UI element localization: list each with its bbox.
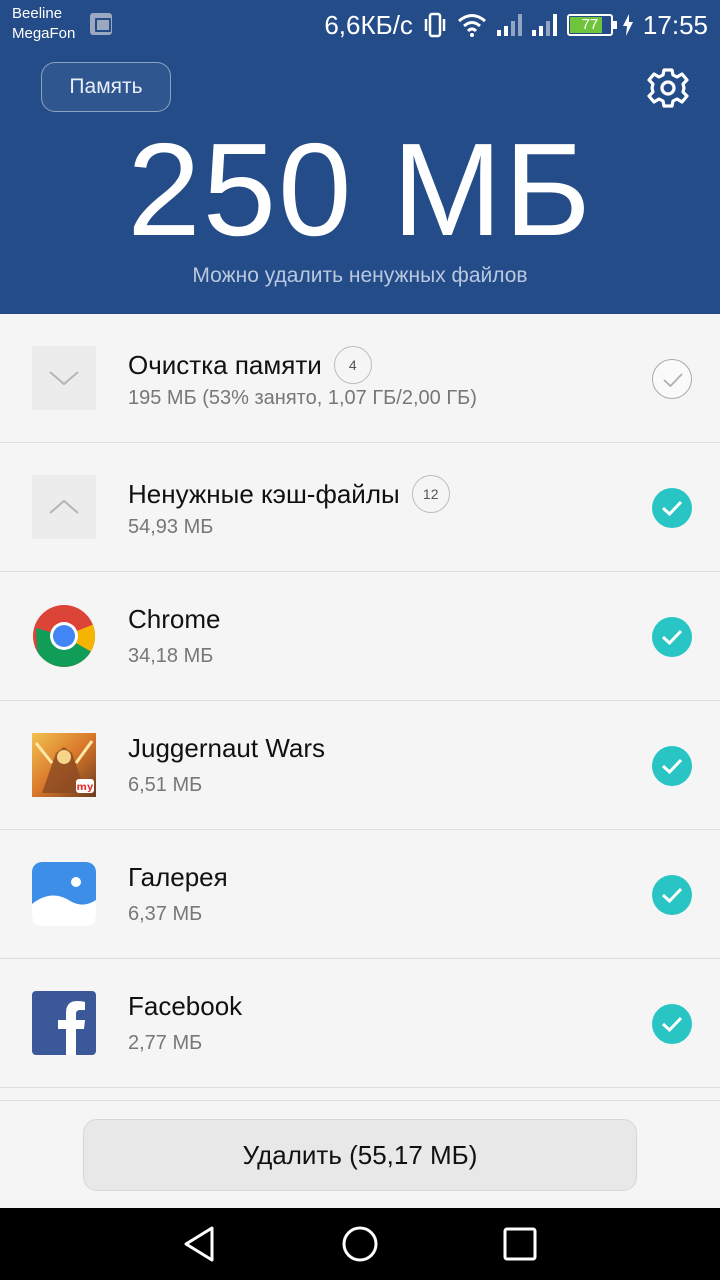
- recent-apps-icon[interactable]: [500, 1224, 540, 1264]
- vibrate-icon: [424, 12, 446, 38]
- item-size: 6,37 МБ: [128, 903, 203, 925]
- battery-icon: 77: [566, 14, 617, 36]
- navigation-bar: [0, 1208, 720, 1280]
- list-item-gallery[interactable]: Галерея 6,37 МБ: [0, 830, 720, 959]
- status-indicators: 6,6КБ/с 77 17:55: [324, 8, 708, 42]
- chevron-up-icon[interactable]: [32, 475, 96, 539]
- checkbox-unchecked[interactable]: [652, 359, 692, 399]
- signal-icon-1: [496, 14, 522, 36]
- list-item-chrome[interactable]: Chrome 34,18 МБ: [0, 572, 720, 701]
- item-title: Ненужные кэш-файлы: [128, 478, 400, 509]
- checkbox-checked[interactable]: [652, 617, 692, 657]
- bottom-action-bar: Удалить (55,17 МБ): [0, 1100, 720, 1208]
- settings-gear-icon[interactable]: [644, 64, 692, 112]
- item-size: 54,93 МБ: [128, 516, 214, 538]
- chrome-icon: [33, 605, 96, 667]
- item-count-badge: 4: [333, 346, 372, 384]
- carrier-2: MegaFon: [12, 25, 76, 42]
- cleanup-list: Очистка памяти 4 195 МБ (53% занято, 1,0…: [0, 314, 720, 1088]
- item-size: 2,77 МБ: [128, 1032, 203, 1054]
- image-notification-icon: [90, 13, 112, 35]
- item-title: Chrome: [128, 604, 221, 634]
- list-item-junk-cache[interactable]: Ненужные кэш-файлы 12 54,93 МБ: [0, 443, 720, 572]
- memory-button[interactable]: Память: [41, 62, 171, 112]
- home-icon[interactable]: [340, 1224, 380, 1264]
- clock: 17:55: [642, 9, 708, 40]
- item-size: 34,18 МБ: [128, 645, 214, 667]
- item-title: Галерея: [128, 862, 228, 892]
- list-item-facebook[interactable]: Facebook 2,77 МБ: [0, 959, 720, 1088]
- item-size: 6,51 МБ: [128, 774, 203, 796]
- checkbox-checked[interactable]: [652, 488, 692, 528]
- checkbox-checked[interactable]: [652, 746, 692, 786]
- juggernaut-wars-icon: my: [32, 733, 96, 797]
- item-size: 195 МБ (53% занято, 1,07 ГБ/2,00 ГБ): [128, 387, 477, 409]
- back-icon[interactable]: [180, 1224, 220, 1264]
- gallery-icon: [32, 862, 96, 926]
- svg-text:my: my: [77, 782, 94, 793]
- cleanable-size: 250 МБ: [127, 116, 593, 263]
- status-bar: Beeline MegaFon 6,6КБ/с 77 17:55: [0, 0, 720, 50]
- list-item-memory-cleanup[interactable]: Очистка памяти 4 195 МБ (53% занято, 1,0…: [0, 314, 720, 443]
- charging-icon: [622, 14, 633, 36]
- checkbox-checked[interactable]: [652, 875, 692, 915]
- signal-icon-2: [531, 14, 557, 36]
- chevron-down-icon[interactable]: [32, 346, 96, 410]
- wifi-icon: [457, 14, 486, 37]
- facebook-icon: [32, 991, 96, 1055]
- item-title: Facebook: [128, 991, 243, 1021]
- storage-summary-header: Память 250 МБ Можно удалить ненужных фай…: [0, 50, 720, 314]
- delete-button[interactable]: Удалить (55,17 МБ): [83, 1119, 637, 1191]
- item-title: Очистка памяти: [128, 349, 322, 380]
- carrier-1: Beeline: [12, 5, 63, 22]
- carrier-names: Beeline MegaFon: [12, 4, 75, 44]
- item-count-badge: 12: [411, 475, 450, 513]
- list-item-juggernaut-wars[interactable]: my Juggernaut Wars 6,51 МБ: [0, 701, 720, 830]
- cleanable-subtitle: Можно удалить ненужных файлов: [192, 264, 528, 287]
- item-title: Juggernaut Wars: [128, 733, 326, 763]
- checkbox-checked[interactable]: [652, 1004, 692, 1044]
- battery-percent: 77: [581, 16, 599, 33]
- network-speed: 6,6КБ/с: [324, 9, 413, 40]
